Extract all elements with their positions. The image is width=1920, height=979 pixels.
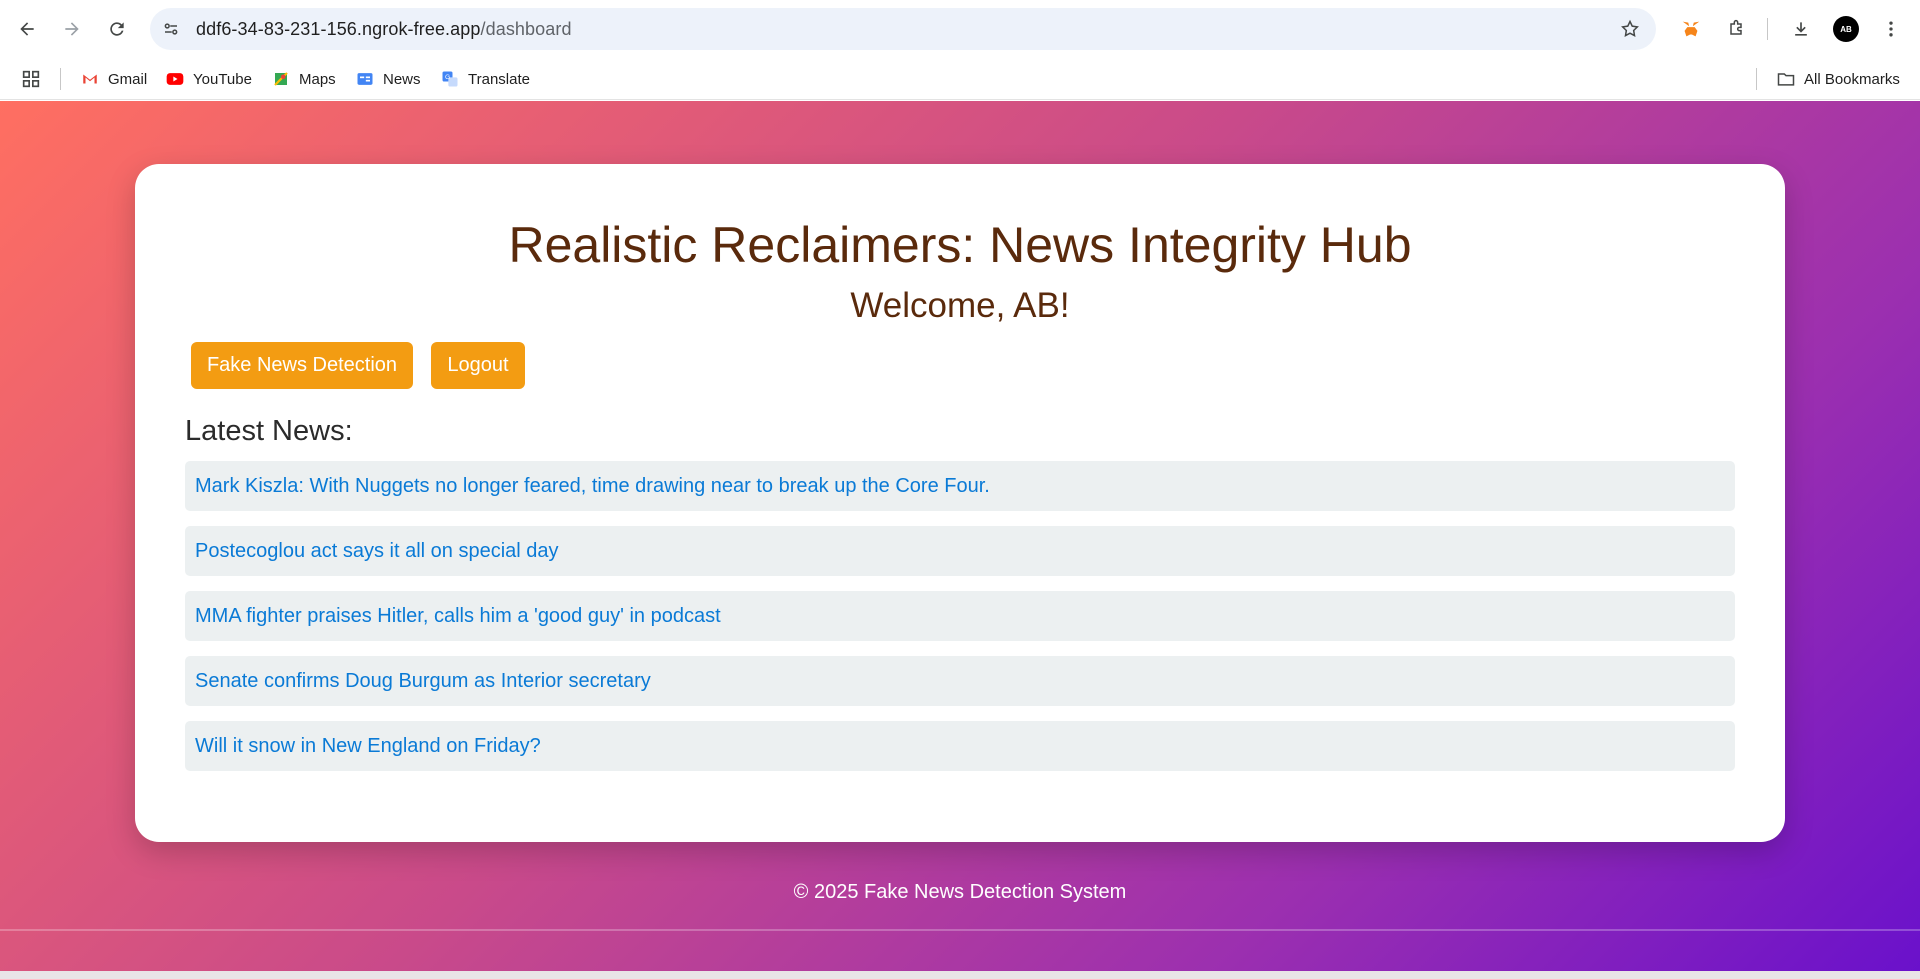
apps-grid-icon[interactable] xyxy=(20,65,42,93)
news-link[interactable]: Postecoglou act says it all on special d… xyxy=(195,540,559,563)
maps-icon xyxy=(271,69,291,89)
news-icon xyxy=(355,69,375,89)
all-bookmarks[interactable]: All Bookmarks xyxy=(1776,65,1900,93)
back-button[interactable] xyxy=(10,12,44,46)
news-item: Will it snow in New England on Friday? xyxy=(185,721,1735,771)
bookmark-news[interactable]: News xyxy=(355,65,421,93)
news-link[interactable]: Senate confirms Doug Burgum as Interior … xyxy=(195,670,651,693)
bookmark-gmail[interactable]: Gmail xyxy=(80,65,147,93)
news-item: Senate confirms Doug Burgum as Interior … xyxy=(185,656,1735,706)
bookmarks-divider xyxy=(1756,68,1757,90)
toolbar-divider xyxy=(1767,18,1768,40)
browser-toolbar: ddf6-34-83-231-156.ngrok-free.app/dashbo… xyxy=(0,0,1920,58)
news-item: Postecoglou act says it all on special d… xyxy=(185,526,1735,576)
youtube-icon xyxy=(165,69,185,89)
translate-icon: G xyxy=(440,69,460,89)
page-title: Realistic Reclaimers: News Integrity Hub xyxy=(508,217,1412,273)
svg-text:G: G xyxy=(445,74,450,81)
extensions-icon[interactable] xyxy=(1720,13,1752,45)
footer-text: © 2025 Fake News Detection System xyxy=(793,881,1127,903)
url-path: /dashboard xyxy=(480,18,572,39)
bottom-strip xyxy=(0,971,1920,979)
gmail-icon xyxy=(80,69,100,89)
forward-button[interactable] xyxy=(55,12,89,46)
arrow-left-icon xyxy=(20,22,34,36)
kebab-menu-icon[interactable] xyxy=(1875,13,1907,45)
bookmark-youtube[interactable]: YouTube xyxy=(165,65,252,93)
address-bar[interactable]: ddf6-34-83-231-156.ngrok-free.app/dashbo… xyxy=(150,8,1656,50)
metamask-fox-icon[interactable] xyxy=(1675,13,1707,45)
arrow-right-icon xyxy=(65,22,79,36)
fake-news-detection-button[interactable]: Fake News Detection xyxy=(191,342,413,389)
news-link[interactable]: Will it snow in New England on Friday? xyxy=(195,735,541,758)
news-item: MMA fighter praises Hitler, calls him a … xyxy=(185,591,1735,641)
bookmark-maps[interactable]: Maps xyxy=(271,65,336,93)
bookmark-label: Translate xyxy=(468,70,530,88)
url-text: ddf6-34-83-231-156.ngrok-free.app/dashbo… xyxy=(196,19,572,40)
bookmark-label: Maps xyxy=(299,70,336,88)
bookmark-label: News xyxy=(383,70,421,88)
bookmark-label: Gmail xyxy=(108,70,148,88)
reload-icon xyxy=(110,22,124,36)
folder-icon xyxy=(1776,69,1796,89)
downloads-icon[interactable] xyxy=(1785,13,1817,45)
page-background: Realistic Reclaimers: News Integrity Hub… xyxy=(0,101,1920,971)
welcome-message: Welcome, AB! xyxy=(850,286,1070,325)
site-info-icon[interactable] xyxy=(156,14,186,44)
news-link[interactable]: Mark Kiszla: With Nuggets no longer fear… xyxy=(195,475,990,498)
avatar-initials: AB xyxy=(1833,16,1859,42)
bookmark-label: YouTube xyxy=(193,70,252,88)
bookmark-star-icon[interactable] xyxy=(1616,15,1644,43)
bookmark-translate[interactable]: G Translate xyxy=(440,65,530,93)
bookmarks-divider xyxy=(60,68,61,90)
news-item: Mark Kiszla: With Nuggets no longer fear… xyxy=(185,461,1735,511)
page-divider xyxy=(0,929,1920,931)
news-list: Mark Kiszla: With Nuggets no longer fear… xyxy=(185,461,1735,786)
bookmarks-bar: Gmail YouTube Maps News G Translate All … xyxy=(0,58,1920,100)
profile-avatar[interactable]: AB xyxy=(1830,13,1862,45)
dashboard-card: Realistic Reclaimers: News Integrity Hub… xyxy=(135,164,1785,842)
logout-button[interactable]: Logout xyxy=(431,342,525,389)
reload-button[interactable] xyxy=(100,12,134,46)
all-bookmarks-label: All Bookmarks xyxy=(1804,70,1900,88)
latest-news-heading: Latest News: xyxy=(185,415,353,447)
news-link[interactable]: MMA fighter praises Hitler, calls him a … xyxy=(195,605,721,628)
url-host: ddf6-34-83-231-156.ngrok-free.app xyxy=(196,18,481,39)
